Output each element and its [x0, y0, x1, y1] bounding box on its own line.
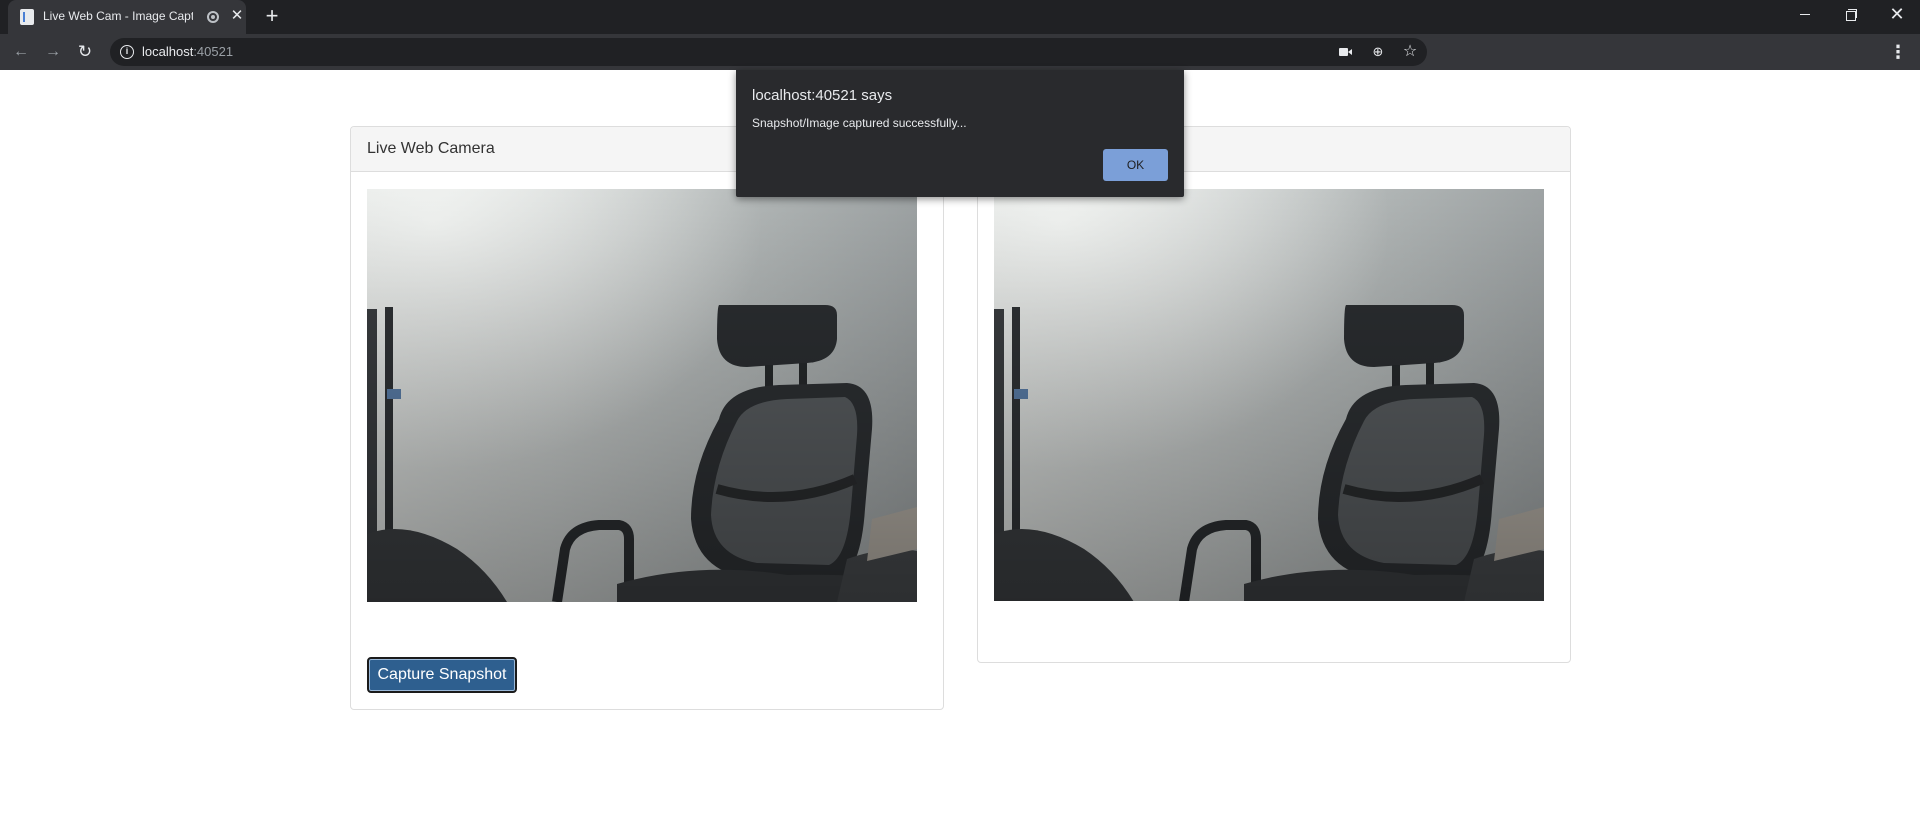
url-port: :40521	[193, 44, 234, 59]
close-tab-icon[interactable]: ✕	[228, 7, 246, 25]
live-camera-panel: Live Web Camera Capture Snapshot	[350, 126, 944, 710]
forward-arrow-icon[interactable]: →	[40, 39, 66, 65]
captured-snapshot	[994, 189, 1544, 601]
zoom-icon[interactable]: ⊕	[1368, 42, 1388, 62]
alert-dialog: localhost:40521 says Snapshot/Image capt…	[736, 70, 1184, 197]
recording-indicator-icon	[207, 11, 219, 23]
live-webcam-feed	[367, 189, 917, 602]
camera-icon[interactable]	[1336, 42, 1356, 62]
tab-strip: Live Web Cam - Image Captu ✕ + ✕	[0, 0, 1920, 34]
restore-icon[interactable]	[1828, 0, 1874, 28]
browser-menu-icon[interactable]: ⋮	[1888, 39, 1908, 65]
ok-button[interactable]: OK	[1103, 149, 1168, 181]
dialog-message: Snapshot/Image captured successfully...	[752, 116, 967, 130]
close-window-icon[interactable]: ✕	[1874, 0, 1920, 28]
browser-toolbar: ← → ↻ i localhost:40521 ⊕ ☆ ⋮	[0, 34, 1920, 70]
reload-icon[interactable]: ↻	[72, 39, 98, 65]
capture-snapshot-button[interactable]: Capture Snapshot	[367, 657, 517, 693]
bookmark-star-icon[interactable]: ☆	[1400, 42, 1420, 62]
address-bar[interactable]: i localhost:40521 ⊕ ☆	[110, 38, 1427, 66]
tab-title: Live Web Cam - Image Captu	[43, 9, 193, 23]
snapshot-panel	[977, 126, 1571, 663]
info-icon[interactable]: i	[120, 45, 134, 59]
url-text[interactable]: localhost:40521	[142, 44, 233, 59]
browser-tab[interactable]: Live Web Cam - Image Captu ✕	[8, 0, 246, 34]
minimize-icon[interactable]	[1782, 0, 1828, 28]
back-arrow-icon[interactable]: ←	[8, 39, 34, 65]
page-icon	[20, 9, 34, 25]
dialog-title: localhost:40521 says	[752, 87, 893, 104]
new-tab-button[interactable]: +	[260, 5, 284, 29]
url-host: localhost	[142, 44, 194, 59]
